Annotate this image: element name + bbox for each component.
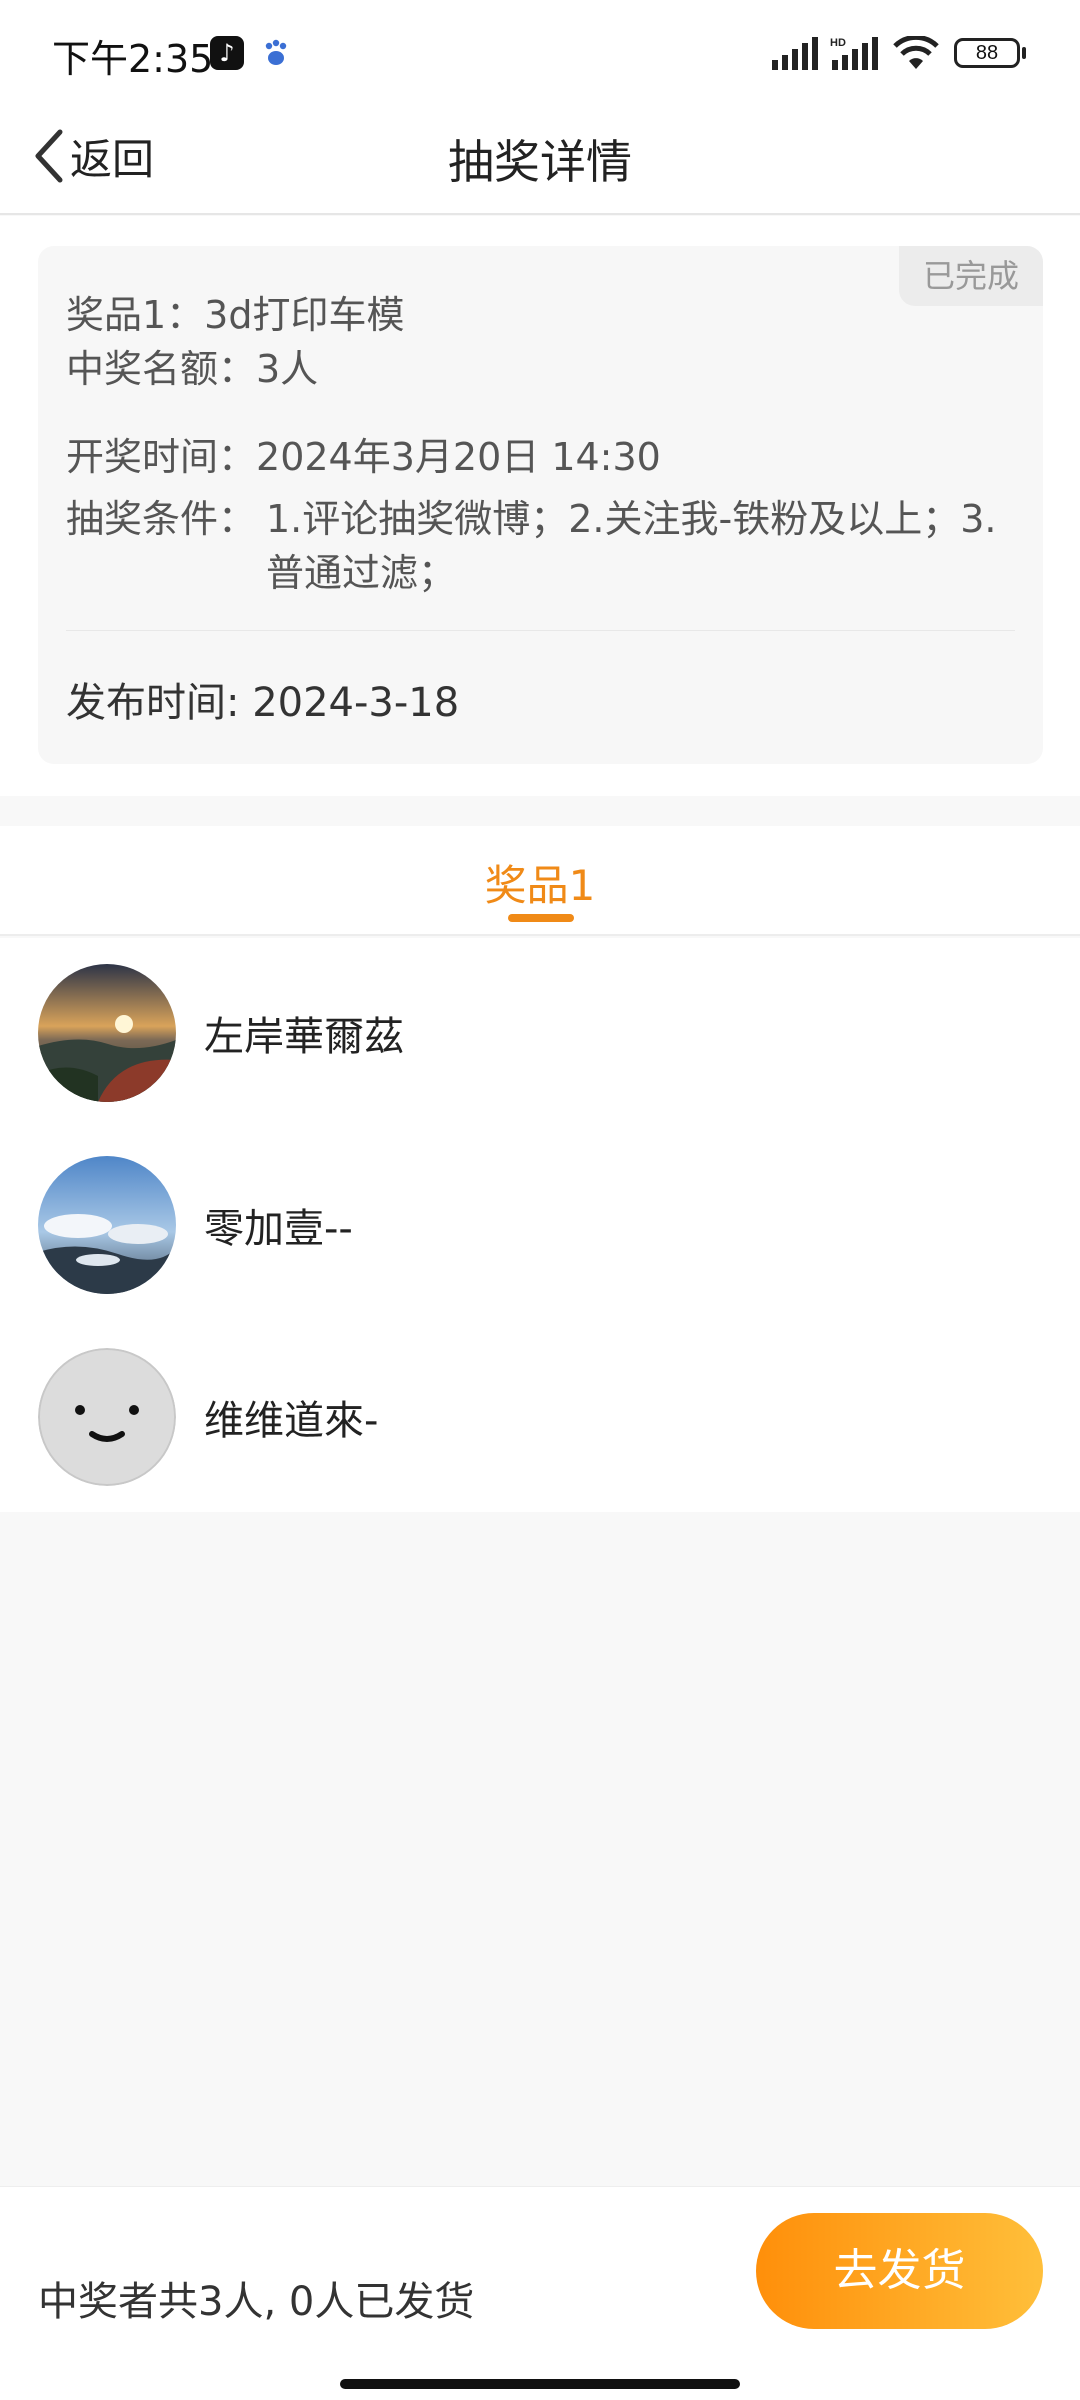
lottery-detail-card: 已完成 奖品1：3d打印车模 中奖名额：3人 开奖时间：2024年3月20日 1… xyxy=(38,246,1043,764)
draw-time-value: 2024年3月20日 14:30 xyxy=(256,435,661,479)
tab-indicator xyxy=(508,914,574,922)
shipping-summary: 中奖者共3人, 0人已发货 xyxy=(38,2279,475,2325)
draw-time-line: 开奖时间：2024年3月20日 14:30 xyxy=(66,426,661,481)
bottom-bar: 中奖者共3人, 0人已发货 去发货 xyxy=(0,2186,1080,2400)
winner-name: 维维道來- xyxy=(204,1398,379,1444)
winner-row[interactable]: 维维道來- xyxy=(0,1322,1080,1512)
ship-button[interactable]: 去发货 xyxy=(756,2213,1043,2329)
publish-time: 发布时间: 2024-3-18 xyxy=(66,680,460,726)
avatar[interactable] xyxy=(38,1348,176,1486)
battery-icon: 88 xyxy=(954,38,1020,68)
battery-nub xyxy=(1022,47,1026,59)
prize-tabs: 奖品1 xyxy=(0,826,1080,936)
status-time: 下午2:35 xyxy=(52,37,214,81)
tiktok-icon: ♪ xyxy=(210,36,244,70)
sky-clouds-avatar-icon xyxy=(38,1156,176,1294)
winner-list: 左岸華爾茲 零加壹-- 维维道來- xyxy=(0,938,1080,1512)
sunset-landscape-avatar-icon xyxy=(38,964,176,1102)
prize-line: 奖品1：3d打印车模 xyxy=(66,293,405,337)
avatar[interactable] xyxy=(38,1156,176,1294)
page-title: 抽奖详情 xyxy=(448,135,632,189)
winner-row[interactable]: 左岸華爾茲 xyxy=(0,938,1080,1128)
winner-name: 零加壹-- xyxy=(204,1206,353,1252)
status-badge: 已完成 xyxy=(899,246,1043,306)
baidu-paw-icon xyxy=(265,39,287,65)
draw-time-label: 开奖时间： xyxy=(66,435,257,479)
winner-name: 左岸華爾茲 xyxy=(204,1014,404,1060)
svg-text:HD: HD xyxy=(830,37,846,49)
condition-row: 抽奖条件： 1.评论抽奖微博；2.关注我-铁粉及以上；3.普通过滤； xyxy=(66,492,1016,600)
detail-section: 已完成 奖品1：3d打印车模 中奖名额：3人 开奖时间：2024年3月20日 1… xyxy=(0,216,1080,796)
condition-value: 1.评论抽奖微博；2.关注我-铁粉及以上；3.普通过滤； xyxy=(266,497,997,595)
nav-bar: 返回 抽奖详情 xyxy=(0,100,1080,215)
quota-line: 中奖名额：3人 xyxy=(66,347,319,391)
avatar[interactable] xyxy=(38,964,176,1102)
status-bar: 下午2:35 ♪ HD 88 xyxy=(0,0,1080,100)
default-smiley-avatar-icon xyxy=(38,1348,176,1486)
hd-signal-icon: HD xyxy=(830,37,878,70)
wifi-icon xyxy=(893,36,939,69)
signal-icon xyxy=(772,37,818,70)
home-indicator[interactable] xyxy=(340,2379,740,2389)
divider xyxy=(66,630,1015,631)
tab-prize-1[interactable]: 奖品1 xyxy=(0,852,1080,913)
winner-row[interactable]: 零加壹-- xyxy=(0,1130,1080,1320)
condition-label: 抽奖条件： xyxy=(66,497,257,541)
